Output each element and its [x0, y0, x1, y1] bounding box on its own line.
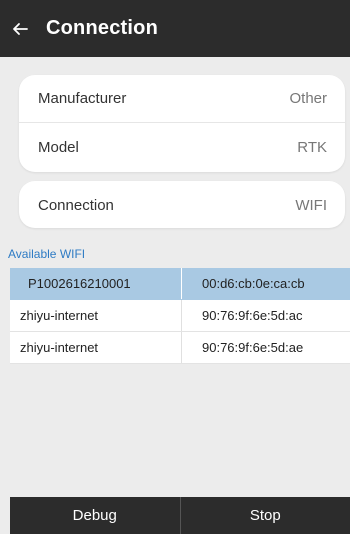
wifi-ssid: zhiyu-internet: [10, 300, 182, 331]
wifi-row[interactable]: zhiyu-internet 90:76:9f:6e:5d:ac: [10, 300, 350, 332]
arrow-left-icon[interactable]: [12, 21, 28, 37]
page-title: Connection: [46, 17, 158, 39]
model-row[interactable]: Model RTK: [19, 123, 345, 171]
wifi-mac: 00:d6:cb:0e:ca:cb: [202, 276, 305, 291]
wifi-row[interactable]: P1002616210001 00:d6:cb:0e:ca:cb: [10, 268, 350, 300]
wifi-ssid: zhiyu-internet: [10, 332, 182, 363]
wifi-mac: 90:76:9f:6e:5d:ae: [202, 340, 304, 355]
debug-button[interactable]: Debug: [10, 497, 180, 534]
stop-button[interactable]: Stop: [181, 497, 350, 534]
connection-label: Connection: [38, 196, 114, 214]
manufacturer-row[interactable]: Manufacturer Other: [19, 75, 345, 123]
model-value: RTK: [297, 138, 327, 156]
wifi-table: P1002616210001 00:d6:cb:0e:ca:cb zhiyu-i…: [10, 268, 350, 364]
manufacturer-value: Other: [289, 90, 327, 107]
wifi-ssid: P1002616210001: [10, 268, 182, 299]
wifi-mac: 90:76:9f:6e:5d:ac: [202, 308, 303, 323]
wifi-row[interactable]: zhiyu-internet 90:76:9f:6e:5d:ae: [10, 332, 350, 364]
connection-value: WIFI: [295, 196, 327, 214]
available-wifi-label: Available WIFI: [8, 247, 86, 261]
bottom-action-bar: Debug Stop: [10, 497, 350, 534]
app-header: Connection: [0, 0, 350, 57]
connection-card: Connection WIFI: [19, 181, 345, 228]
model-label: Model: [38, 138, 79, 156]
manufacturer-label: Manufacturer: [38, 90, 127, 107]
device-info-card: Manufacturer Other Model RTK: [19, 75, 345, 172]
connection-row[interactable]: Connection WIFI: [19, 181, 345, 229]
